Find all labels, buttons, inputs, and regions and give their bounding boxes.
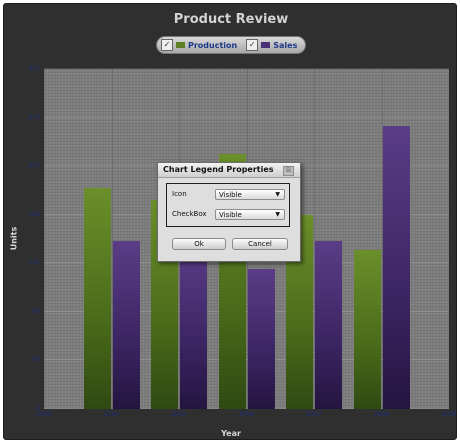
production-legend-checkbox[interactable]: ✓ — [161, 39, 173, 51]
sales-bar-2007[interactable] — [315, 240, 342, 409]
y-tick-label: 180 — [28, 210, 40, 218]
y-tick-label: 270 — [28, 113, 40, 121]
checkbox-visibility-value: Visible — [219, 211, 242, 219]
production-legend-label: Production — [188, 40, 238, 50]
icon-visibility-value: Visible — [219, 191, 242, 199]
x-tick-label: 2005 — [171, 411, 187, 418]
sales-bar-2005[interactable] — [180, 247, 207, 409]
y-tick-label: 90 — [32, 307, 40, 315]
ok-button[interactable]: Ok — [172, 238, 226, 250]
close-icon[interactable]: ☒ — [283, 166, 294, 176]
checkbox-label: CheckBox — [172, 210, 207, 218]
y-tick-label: 135 — [28, 259, 40, 267]
x-tick-label: 2003 — [36, 411, 52, 418]
icon-label: Icon — [172, 190, 187, 198]
vertical-gridline — [44, 69, 45, 409]
production-bar-2004[interactable] — [83, 187, 111, 409]
dialog-settings-group: Icon Visible ▼ CheckBox Visible ▼ — [166, 183, 290, 227]
chevron-down-icon: ▼ — [275, 191, 280, 198]
x-tick-label: 2004 — [103, 411, 120, 418]
x-axis-label: Year — [221, 429, 241, 438]
sales-legend-checkbox[interactable]: ✓ — [246, 39, 259, 51]
x-tick-label: 2008 — [373, 411, 390, 418]
chevron-down-icon: ▼ — [275, 211, 280, 218]
y-tick-label: 315 — [28, 65, 40, 72]
chart-legend: ✓ Production ✓ Sales — [156, 36, 306, 54]
production-bar-2008[interactable] — [353, 250, 381, 409]
x-tick-label: 2009 — [441, 411, 457, 418]
dialog-title: Chart Legend Properties — [163, 165, 274, 174]
y-tick-label: 45 — [32, 356, 40, 364]
dialog-titlebar: Chart Legend Properties ☒ — [158, 163, 300, 178]
icon-visibility-select[interactable]: Visible ▼ — [215, 189, 285, 200]
production-legend-swatch — [176, 42, 185, 48]
chart-title: Product Review — [173, 12, 289, 27]
cancel-button[interactable]: Cancel — [232, 238, 288, 250]
sales-legend-label: Sales — [273, 40, 298, 50]
checkbox-visibility-select[interactable]: Visible ▼ — [215, 209, 285, 220]
sales-bar-2008[interactable] — [382, 126, 410, 409]
sales-bar-2006[interactable] — [247, 268, 275, 409]
x-tick-label: 2007 — [306, 411, 322, 418]
vertical-gridline — [449, 69, 450, 409]
sales-legend-swatch — [261, 42, 271, 48]
chart-legend-properties-dialog: Chart Legend Properties ☒ Icon Visible ▼… — [157, 162, 301, 262]
y-tick-label: 225 — [28, 162, 40, 170]
x-tick-label: 2006 — [238, 411, 255, 418]
sales-bar-2004[interactable] — [112, 240, 140, 409]
y-axis-label: Units — [9, 226, 19, 251]
